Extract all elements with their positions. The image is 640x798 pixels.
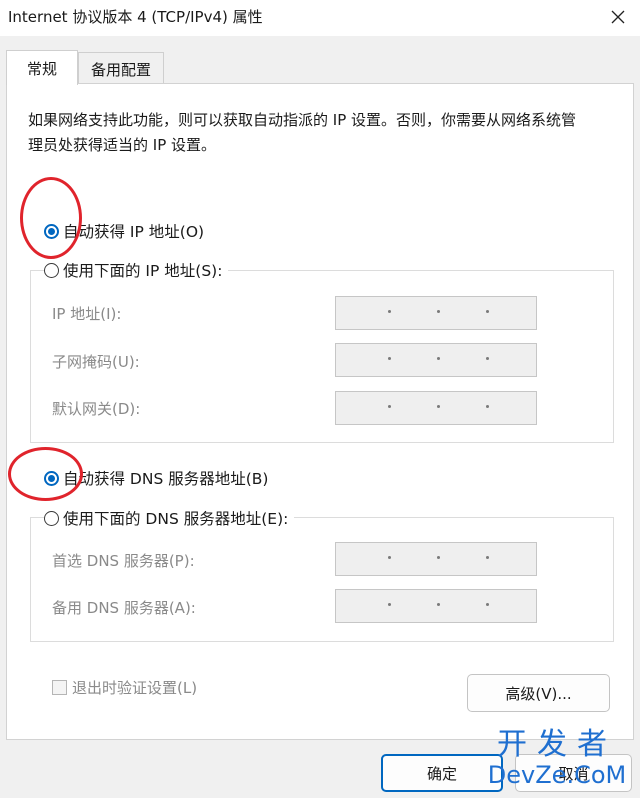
validate-on-exit-checkbox <box>52 680 67 695</box>
default-gateway-field <box>335 391 537 425</box>
subnet-mask-label: 子网掩码(U): <box>52 353 140 371</box>
close-button[interactable] <box>600 0 636 34</box>
close-icon <box>611 10 625 24</box>
auto-dns-label: 自动获得 DNS 服务器地址(B) <box>63 470 269 488</box>
manual-dns-label: 使用下面的 DNS 服务器地址(E): <box>63 510 289 528</box>
advanced-button[interactable]: 高级(V)... <box>467 674 610 712</box>
validate-on-exit-label: 退出时验证设置(L) <box>72 679 198 697</box>
manual-dns-radio-row[interactable]: 使用下面的 DNS 服务器地址(E): <box>44 507 295 529</box>
title-bar: Internet 协议版本 4 (TCP/IPv4) 属性 <box>0 0 640 36</box>
preferred-dns-field <box>335 542 537 576</box>
alternate-dns-field <box>335 589 537 623</box>
ip-address-label: IP 地址(I): <box>52 305 122 323</box>
manual-ip-label: 使用下面的 IP 地址(S): <box>63 262 223 280</box>
tab-general[interactable]: 常规 <box>6 50 78 85</box>
default-gateway-label: 默认网关(D): <box>52 400 141 418</box>
manual-dns-radio[interactable] <box>44 510 59 526</box>
ip-address-field <box>335 296 537 330</box>
manual-ip-radio-row[interactable]: 使用下面的 IP 地址(S): <box>44 259 229 281</box>
validate-on-exit-row: 退出时验证设置(L) <box>52 677 197 698</box>
watermark: 开发者 DevZe.CoM <box>482 727 632 789</box>
window-title: Internet 协议版本 4 (TCP/IPv4) 属性 <box>8 8 263 26</box>
annotation-circle-ip <box>20 177 82 259</box>
dns-settings-group <box>30 517 614 642</box>
auto-ip-label: 自动获得 IP 地址(O) <box>63 223 205 241</box>
watermark-top-text: 开发者 <box>497 727 617 762</box>
manual-ip-radio[interactable] <box>44 262 59 278</box>
description-text: 如果网络支持此功能，则可以获取自动指派的 IP 设置。否则，你需要从网络系统管理… <box>28 111 577 154</box>
alternate-dns-label: 备用 DNS 服务器(A): <box>52 599 196 617</box>
annotation-circle-dns <box>8 447 83 501</box>
watermark-bottom-text: DevZe.CoM <box>487 761 627 789</box>
subnet-mask-field <box>335 343 537 377</box>
tab-alternate-config[interactable]: 备用配置 <box>78 52 164 85</box>
preferred-dns-label: 首选 DNS 服务器(P): <box>52 552 195 570</box>
